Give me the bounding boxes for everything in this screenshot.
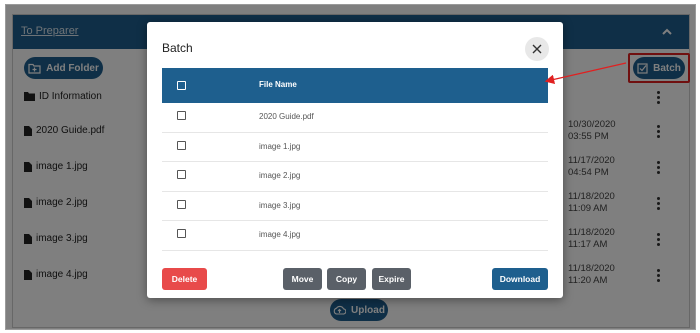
annotation-arrow xyxy=(544,62,627,85)
app-frame: To Preparer Add Folder Batch ID Informat… xyxy=(5,4,696,330)
